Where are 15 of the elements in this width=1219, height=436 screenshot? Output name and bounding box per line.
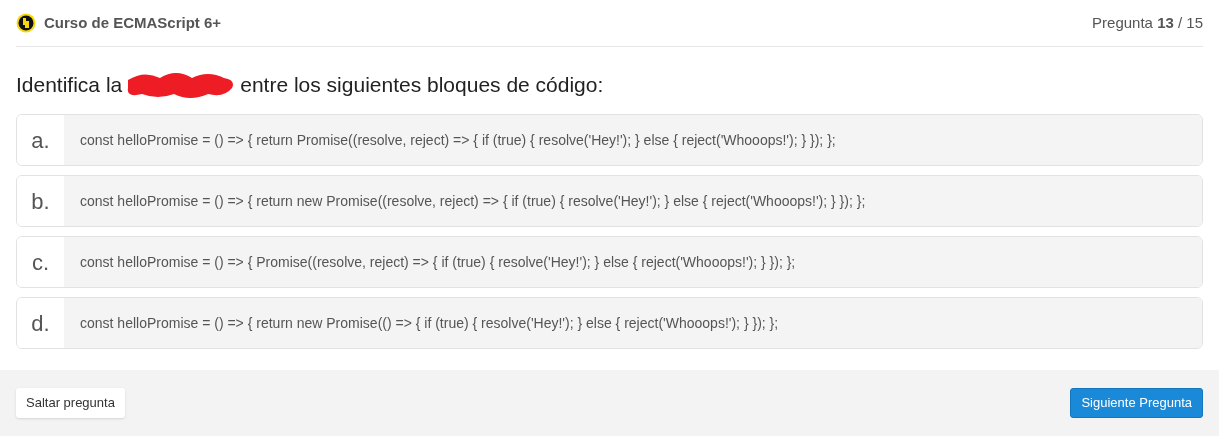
code-text: const helloPromise = () => { return Promise((resolve, reject) => { if (true) { resolve('Hey!'); } else { reject('Whooops!'); } }); }; [64,115,1202,165]
code-text: const helloPromise = () => { return new Promise((resolve, reject) => { if (true) { resolve('Hey!'); } else { reject('Whooops!'); } }); }; [64,176,1202,226]
answer-option[interactable]: d. const helloPromise = () => { return new Promise(() => { if (true) { resolve('Hey!'); } else { reject('Whooops!'); } }); }; [16,297,1203,349]
course-title: Curso de ECMAScript 6+ [44,12,222,33]
code-text: const helloPromise = () => { Promise((resolve, reject) => { if (true) { resolve('Hey!'); } else { reject('Whooops!'); } }); }; [64,237,1202,287]
code-text: const helloPromise = () => { return new Promise(() => { if (true) { resolve('Hey!'); } else { reject('Whooops!'); } }); }; [64,298,1202,348]
course-logo-icon [16,13,36,33]
question-text: Identifica la [16,72,123,99]
question-text: entre los siguientes bloques de código: [240,72,604,99]
answer-option[interactable]: c. const helloPromise = () => { Promise((resolve, reject) => { if (true) { resolve('Hey!'); } else { reject('Whooops!'); } }); }; [16,236,1203,288]
answer-option[interactable]: b. const helloPromise = () => { return new Promise((resolve, reject) => { if (true) { resolve('Hey!'); } else { reject('Whooops!'); } }); }; [16,175,1203,227]
next-button[interactable]: Siguiente Pregunta [1070,388,1203,418]
answer-option[interactable]: a. const helloPromise = () => { return Promise((resolve, reject) => { if (true) { resolve('Hey!'); } else { reject('Whooops!'); } }); }; [16,114,1203,166]
question-counter: Pregunta 13 / 15 [1092,12,1203,33]
skip-button[interactable]: Saltar pregunta [16,388,125,418]
